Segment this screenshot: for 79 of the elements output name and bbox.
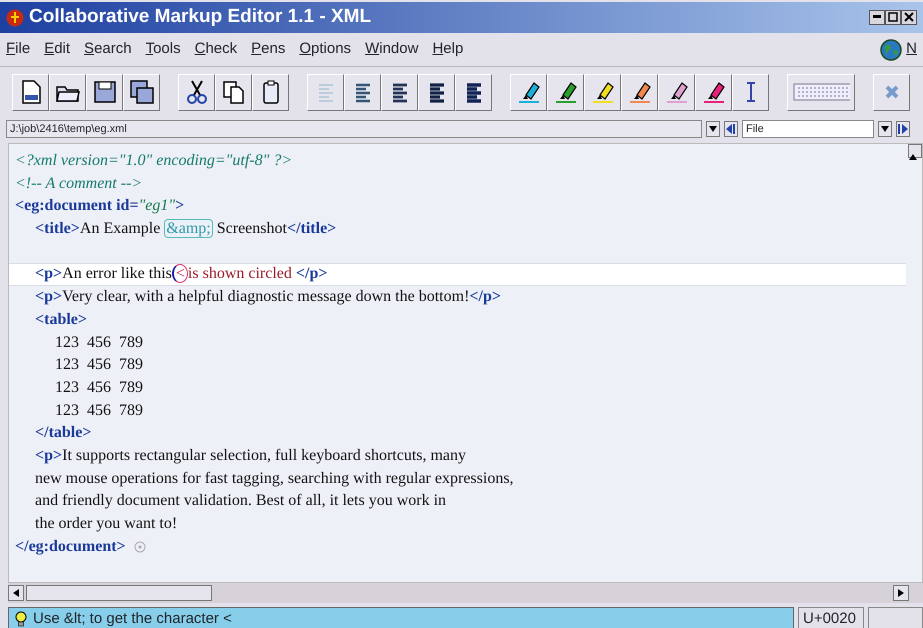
code-line: and friendly document validation. Best of all, it lets you work in — [34, 491, 448, 512]
menu-item[interactable]: Pens — [251, 38, 286, 61]
code-line: <eg:document id="eg1"> — [14, 196, 186, 216]
highlighter-button[interactable] — [658, 74, 695, 110]
menu-item[interactable]: N — [906, 38, 917, 61]
align-button[interactable] — [381, 74, 418, 110]
app-logo-icon — [6, 8, 24, 26]
caret-right-icon — [898, 589, 904, 597]
code-line: 123 456 789 — [54, 355, 144, 376]
code-line: </eg:document> — [9, 536, 906, 558]
menu-item[interactable]: Tools — [146, 38, 181, 61]
menu-item[interactable]: Check — [194, 38, 238, 61]
minimize-icon — [873, 15, 881, 18]
floppy-disks-icon — [128, 79, 154, 105]
code-line: 123 456 789 — [54, 332, 144, 352]
code-line: <!-- A comment --> — [14, 174, 144, 194]
minimize-button[interactable] — [869, 10, 885, 25]
maximize-button[interactable] — [885, 10, 901, 25]
menu-item[interactable]: Edit — [44, 38, 70, 61]
previous-button[interactable] — [724, 121, 738, 137]
cut-button[interactable] — [178, 74, 215, 110]
caret-up-icon — [909, 154, 917, 160]
globe-icon — [880, 38, 902, 60]
text-cursor-button[interactable] — [732, 74, 769, 110]
code-line: </table> — [34, 423, 92, 444]
scroll-left-button[interactable] — [8, 585, 24, 601]
next-icon — [898, 124, 908, 134]
caret-down-icon — [881, 126, 889, 132]
highlighter-button[interactable] — [695, 74, 732, 110]
code-line: new mouse operations for fast tagging, searching with regular expressions, — [34, 468, 515, 489]
highlighter-button[interactable] — [621, 74, 658, 110]
copy-icon — [220, 79, 246, 105]
code-line: <table> — [34, 310, 88, 330]
new-file-button[interactable] — [12, 74, 49, 110]
scroll-up-button[interactable] — [908, 144, 922, 158]
keyboard-button[interactable] — [787, 74, 855, 110]
align-button[interactable] — [344, 74, 381, 110]
status-message: Use &lt; to get the character < — [33, 608, 232, 628]
scroll-thumb[interactable] — [26, 585, 212, 601]
status-panel — [868, 607, 923, 628]
path-field[interactable]: J:\job\2416\temp\eg.xml — [6, 120, 702, 138]
align-button[interactable] — [418, 74, 455, 110]
menu-item[interactable]: File — [6, 38, 30, 61]
highlighter-button[interactable] — [510, 74, 547, 110]
dropdown-button[interactable] — [878, 121, 892, 137]
code-line: 123 456 789 — [54, 378, 144, 398]
menu-item[interactable]: Options — [299, 38, 352, 61]
code-line: the order you want to! — [34, 514, 178, 534]
save-button[interactable] — [86, 74, 123, 110]
highlighter-button[interactable] — [584, 74, 621, 110]
caret-left-icon — [13, 589, 19, 597]
window-title: Collaborative Markup Editor 1.1 - XML — [29, 5, 372, 30]
next-button[interactable] — [896, 121, 910, 137]
close-button[interactable] — [901, 10, 917, 25]
highlighter-button[interactable] — [547, 74, 584, 110]
code-line: <?xml version="1.0" encoding="utf-8" ?> — [14, 151, 294, 171]
open-button[interactable] — [49, 74, 86, 110]
code-line: <p>Very clear, with a helpful diagnostic message down the bottom!</p> — [34, 287, 502, 308]
menu-item[interactable]: Search — [84, 38, 132, 61]
menu-item[interactable]: Window — [365, 38, 418, 61]
lightbulb-icon — [15, 611, 27, 627]
tool-button[interactable] — [873, 74, 910, 110]
save-all-button[interactable] — [123, 74, 160, 110]
close-icon — [904, 12, 914, 22]
character-code: U+0020 — [798, 607, 864, 628]
copy-button[interactable] — [215, 74, 252, 110]
align-button[interactable] — [455, 74, 492, 110]
dropdown-button[interactable] — [706, 121, 720, 137]
previous-icon — [726, 124, 736, 134]
code-line: <p>It supports rectangular selection, full keyboard shortcuts, many — [34, 446, 468, 466]
code-line: <title>An Example &amp; Screenshot</title> — [34, 218, 338, 240]
caret-down-icon — [709, 126, 717, 132]
paste-button[interactable] — [252, 74, 289, 110]
menu-item[interactable]: Help — [432, 38, 464, 61]
scroll-right-button[interactable] — [893, 585, 909, 601]
view-dropdown[interactable]: File — [742, 120, 874, 138]
maximize-icon — [888, 12, 898, 22]
code-line: 123 456 789 — [54, 400, 144, 421]
text-cursor-icon — [746, 82, 756, 102]
